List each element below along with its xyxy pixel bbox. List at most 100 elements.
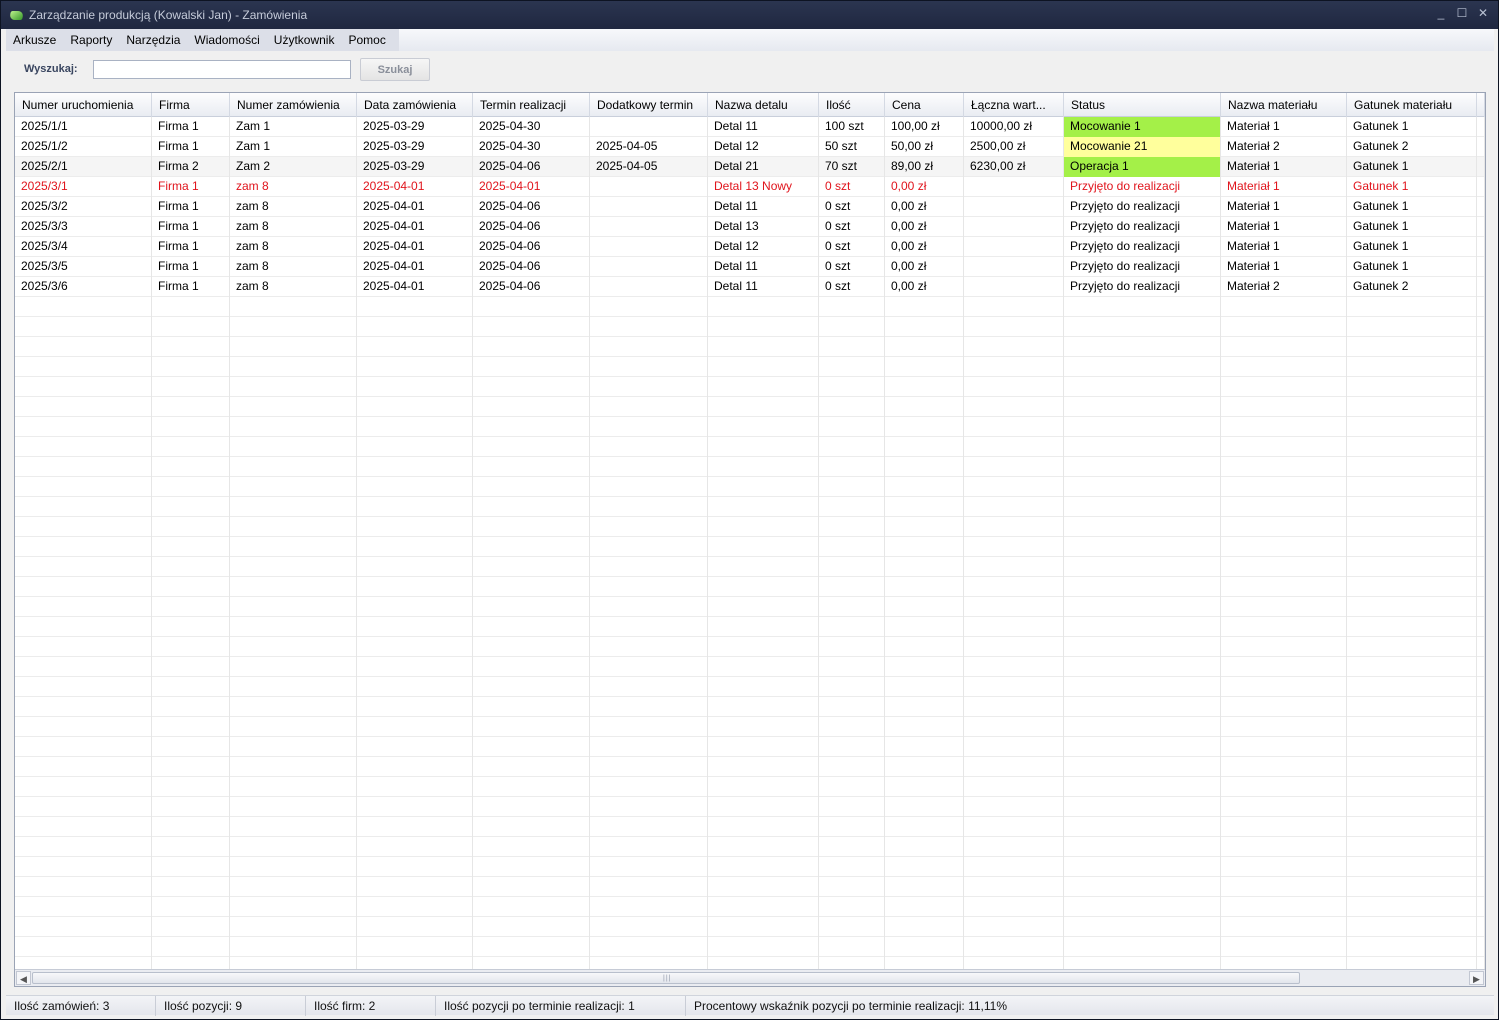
empty-cell: [1347, 297, 1477, 317]
column-header-total-value[interactable]: Łączna wart...: [964, 93, 1064, 117]
search-button[interactable]: Szukaj: [360, 58, 430, 81]
empty-cell: [1477, 317, 1485, 337]
scroll-right-arrow-icon[interactable]: ▶: [1469, 971, 1484, 985]
empty-cell: [708, 657, 819, 677]
minimize-button[interactable]: _: [1434, 6, 1448, 20]
menu-pomoc[interactable]: Pomoc: [341, 29, 392, 51]
cell-material-name: Materiał 1: [1221, 257, 1347, 277]
cell-part-name: Detal 11: [708, 197, 819, 217]
empty-cell: [885, 777, 964, 797]
empty-cell: [1347, 897, 1477, 917]
empty-cell: [708, 817, 819, 837]
empty-cell: [357, 897, 473, 917]
empty-cell: [152, 637, 230, 657]
empty-cell: [1477, 697, 1485, 717]
table-row[interactable]: 2025/3/6 Firma 1 zam 8 2025-04-01 2025-04-06…: [15, 277, 1485, 297]
column-header-company[interactable]: Firma: [152, 93, 230, 117]
scroll-thumb[interactable]: |||: [32, 972, 1300, 984]
empty-cell: [1064, 717, 1221, 737]
empty-cell: [1221, 537, 1347, 557]
empty-cell: [964, 317, 1064, 337]
empty-cell: [15, 877, 152, 897]
menu-uzytkownik[interactable]: Użytkownik: [267, 29, 342, 51]
empty-cell: [1064, 317, 1221, 337]
empty-cell: [152, 697, 230, 717]
table-row[interactable]: 2025/1/1 Firma 1 Zam 1 2025-03-29 2025-04-30…: [15, 117, 1485, 137]
menu-arkusze[interactable]: Arkusze: [6, 29, 63, 51]
column-header-part-name[interactable]: Nazwa detalu: [708, 93, 819, 117]
table-row[interactable]: 2025/3/5 Firma 1 zam 8 2025-04-01 2025-04-06…: [15, 257, 1485, 277]
empty-cell: [357, 577, 473, 597]
menu-raporty[interactable]: Raporty: [63, 29, 119, 51]
search-input[interactable]: [93, 60, 351, 79]
empty-cell: [964, 477, 1064, 497]
table-row[interactable]: 2025/2/1 Firma 2 Zam 2 2025-03-29 2025-04-06…: [15, 157, 1485, 177]
empty-table-row: [15, 397, 1485, 417]
empty-cell: [885, 497, 964, 517]
empty-cell: [964, 657, 1064, 677]
empty-cell: [1064, 677, 1221, 697]
close-button[interactable]: ✕: [1476, 6, 1490, 20]
table-row[interactable]: 2025/3/4 Firma 1 zam 8 2025-04-01 2025-04-06…: [15, 237, 1485, 257]
empty-cell: [1477, 177, 1485, 197]
empty-cell: [708, 377, 819, 397]
empty-cell: [230, 737, 357, 757]
column-header-quantity[interactable]: Ilość: [819, 93, 885, 117]
column-header-material-grade[interactable]: Gatunek materiału: [1347, 93, 1477, 117]
empty-cell: [590, 417, 708, 437]
empty-cell: [1221, 457, 1347, 477]
empty-cell: [1477, 577, 1485, 597]
empty-cell: [357, 917, 473, 937]
column-header-order-number[interactable]: Numer zamówienia: [230, 93, 357, 117]
horizontal-scrollbar[interactable]: ◀ ||| ▶: [15, 969, 1485, 986]
orders-table: Numer uruchomienia Firma Numer zamówienia D…: [14, 92, 1486, 987]
table-row[interactable]: 2025/3/1 Firma 1 zam 8 2025-04-01 2025-04-01…: [15, 177, 1485, 197]
empty-cell: [230, 817, 357, 837]
empty-table-row: [15, 557, 1485, 577]
column-header-status[interactable]: Status: [1064, 93, 1221, 117]
empty-cell: [230, 337, 357, 357]
empty-cell: [819, 497, 885, 517]
empty-cell: [1064, 337, 1221, 357]
empty-cell: [152, 597, 230, 617]
empty-cell: [819, 657, 885, 677]
column-header-extra-due-date[interactable]: Dodatkowy termin: [590, 93, 708, 117]
cell-price: 100,00 zł: [885, 117, 964, 137]
column-header-price[interactable]: Cena: [885, 93, 964, 117]
cell-due-date: 2025-04-06: [473, 257, 590, 277]
empty-cell: [708, 577, 819, 597]
scroll-left-arrow-icon[interactable]: ◀: [16, 971, 31, 985]
empty-cell: [15, 337, 152, 357]
empty-cell: [885, 937, 964, 957]
empty-table-row: [15, 677, 1485, 697]
empty-cell: [708, 357, 819, 377]
table-row[interactable]: 2025/3/3 Firma 1 zam 8 2025-04-01 2025-04-06…: [15, 217, 1485, 237]
menu-narzedzia[interactable]: Narzędzia: [119, 29, 187, 51]
column-header-material-name[interactable]: Nazwa materiału: [1221, 93, 1347, 117]
menu-wiadomosci[interactable]: Wiadomości: [187, 29, 266, 51]
table-row[interactable]: 2025/3/2 Firma 1 zam 8 2025-04-01 2025-04-06…: [15, 197, 1485, 217]
empty-cell: [230, 597, 357, 617]
empty-cell: [15, 677, 152, 697]
empty-cell: [1347, 517, 1477, 537]
empty-cell: [885, 437, 964, 457]
empty-cell: [819, 617, 885, 637]
empty-cell: [357, 297, 473, 317]
table-row[interactable]: 2025/1/2 Firma 1 Zam 1 2025-03-29 2025-04-30…: [15, 137, 1485, 157]
empty-cell: [1477, 637, 1485, 657]
empty-cell: [357, 417, 473, 437]
empty-table-row: [15, 717, 1485, 737]
empty-cell: [819, 417, 885, 437]
empty-cell: [473, 377, 590, 397]
empty-cell: [1064, 637, 1221, 657]
cell-run-number: 2025/3/4: [15, 237, 152, 257]
column-header-due-date[interactable]: Termin realizacji: [473, 93, 590, 117]
empty-cell: [885, 517, 964, 537]
column-header-run-number[interactable]: Numer uruchomienia: [15, 93, 152, 117]
empty-cell: [590, 877, 708, 897]
maximize-button[interactable]: ☐: [1455, 6, 1469, 20]
empty-cell: [1477, 717, 1485, 737]
column-header-order-date[interactable]: Data zamówienia: [357, 93, 473, 117]
empty-cell: [1064, 437, 1221, 457]
cell-quantity: 50 szt: [819, 137, 885, 157]
